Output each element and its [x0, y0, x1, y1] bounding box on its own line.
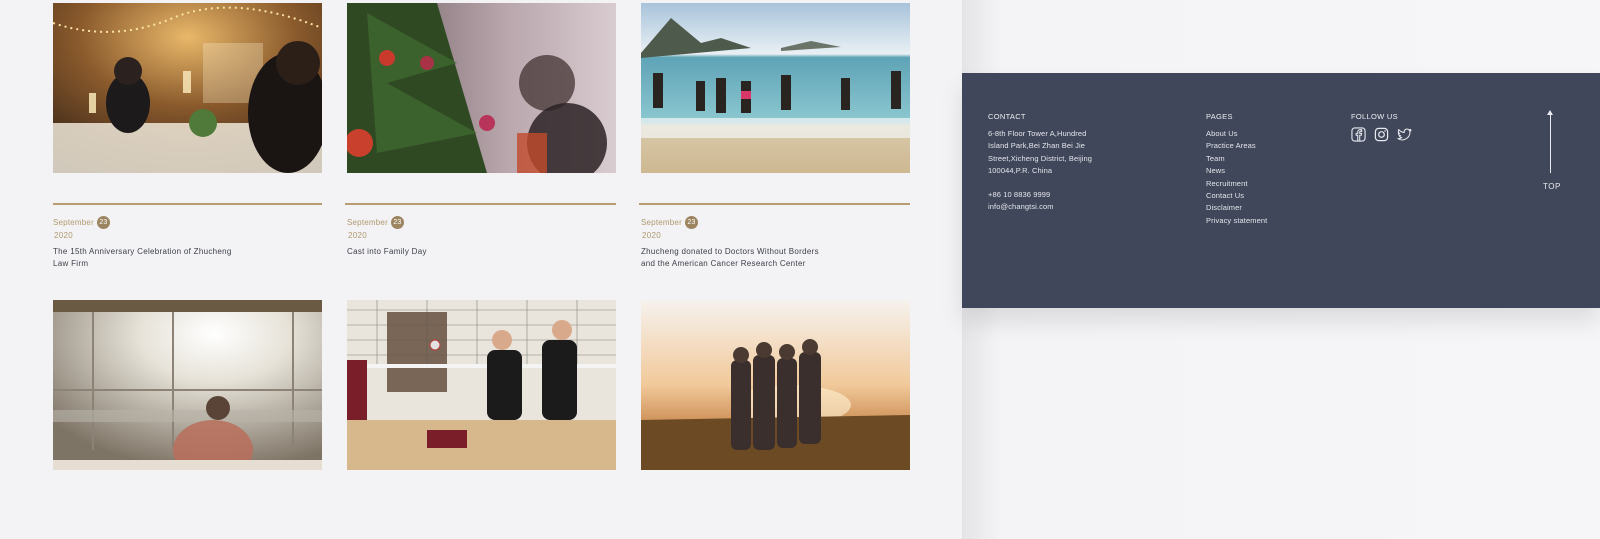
news-divider-3: [639, 203, 910, 205]
site-footer: CONTACT 6-8th Floor Tower A,Hundred Isla…: [962, 73, 1600, 308]
gallery-image-1[interactable]: [53, 300, 322, 470]
friends-sunset-photo: [641, 300, 910, 470]
date-day-badge: 23: [96, 216, 110, 229]
news-date-2: September 23: [347, 216, 404, 229]
news-date-1: September 23: [53, 216, 110, 229]
news-image-1[interactable]: [53, 3, 322, 173]
contact-address: 6-8th Floor Tower A,Hundred Island Park,…: [988, 128, 1092, 178]
news-section: September 23 2020 The 15th Anniversary C…: [0, 0, 962, 539]
news-title-line: and the American Cancer Research Center: [641, 259, 806, 268]
gallery-image-2[interactable]: [347, 300, 616, 470]
news-year-3: 2020: [642, 231, 661, 240]
volleyball-photo: [347, 300, 616, 470]
news-title-line: The 15th Anniversary Celebration of Zhuc…: [53, 247, 232, 256]
news-title-3[interactable]: Zhucheng donated to Doctors Without Bord…: [641, 246, 906, 270]
gallery-image-3[interactable]: [641, 300, 910, 470]
instagram-icon[interactable]: [1374, 127, 1389, 142]
address-line: Island Park,Bei Zhan Bei Jie: [988, 141, 1086, 151]
footer-link-disclaimer[interactable]: Disclaimer: [1206, 202, 1267, 214]
footer-link-team[interactable]: Team: [1206, 153, 1267, 165]
contact-details: +86 10 8836 9999 info@changtsi.com: [988, 189, 1054, 214]
footer-link-privacy-statement[interactable]: Privacy statement: [1206, 215, 1267, 227]
news-title-1[interactable]: The 15th Anniversary Celebration of Zhuc…: [53, 246, 313, 270]
address-line: Street,Xicheng District, Beijing: [988, 153, 1093, 163]
news-title-line: Zhucheng donated to Doctors Without Bord…: [641, 247, 819, 256]
beach-run-photo: [641, 3, 910, 173]
date-month: September: [347, 218, 388, 227]
top-indicator-line: [1550, 113, 1551, 173]
news-image-3[interactable]: [641, 3, 910, 173]
pages-links: About Us Practice Areas Team News Recrui…: [1206, 128, 1267, 227]
pages-heading: PAGES: [1206, 112, 1233, 121]
party-celebration-photo: [53, 3, 322, 173]
footer-link-about-us[interactable]: About Us: [1206, 128, 1267, 140]
footer-link-recruitment[interactable]: Recruitment: [1206, 178, 1267, 190]
news-year-2: 2020: [348, 231, 367, 240]
footer-link-practice-areas[interactable]: Practice Areas: [1206, 140, 1267, 152]
news-divider-1: [53, 203, 322, 205]
news-title-line: Cast into Family Day: [347, 247, 427, 256]
date-month: September: [53, 218, 94, 227]
back-to-top-button[interactable]: [1543, 110, 1565, 190]
follow-heading: FOLLOW US: [1351, 112, 1398, 121]
news-image-2[interactable]: [347, 3, 616, 173]
back-to-top-label: TOP: [1543, 182, 1561, 191]
social-links: [1351, 127, 1412, 142]
date-month: September: [641, 218, 682, 227]
news-title-line: Law Firm: [53, 259, 89, 268]
christmas-tree-photo: [347, 3, 616, 173]
contact-phone[interactable]: +86 10 8836 9999: [988, 189, 1054, 201]
twitter-icon[interactable]: [1397, 127, 1412, 142]
footer-link-news[interactable]: News: [1206, 165, 1267, 177]
news-divider-2: [345, 203, 616, 205]
address-line: 100044,P.R. China: [988, 166, 1053, 176]
address-line: 6-8th Floor Tower A,Hundred: [988, 129, 1087, 138]
contact-heading: CONTACT: [988, 112, 1026, 121]
footer-link-contact-us[interactable]: Contact Us: [1206, 190, 1267, 202]
date-day-badge: 23: [390, 216, 404, 229]
news-year-1: 2020: [54, 231, 73, 240]
news-title-2[interactable]: Cast into Family Day: [347, 246, 607, 258]
date-day-badge: 23: [684, 216, 698, 229]
facebook-icon[interactable]: [1351, 127, 1366, 142]
contact-email[interactable]: info@changtsi.com: [988, 201, 1054, 213]
sunlit-office-photo: [53, 300, 322, 470]
news-date-3: September 23: [641, 216, 698, 229]
